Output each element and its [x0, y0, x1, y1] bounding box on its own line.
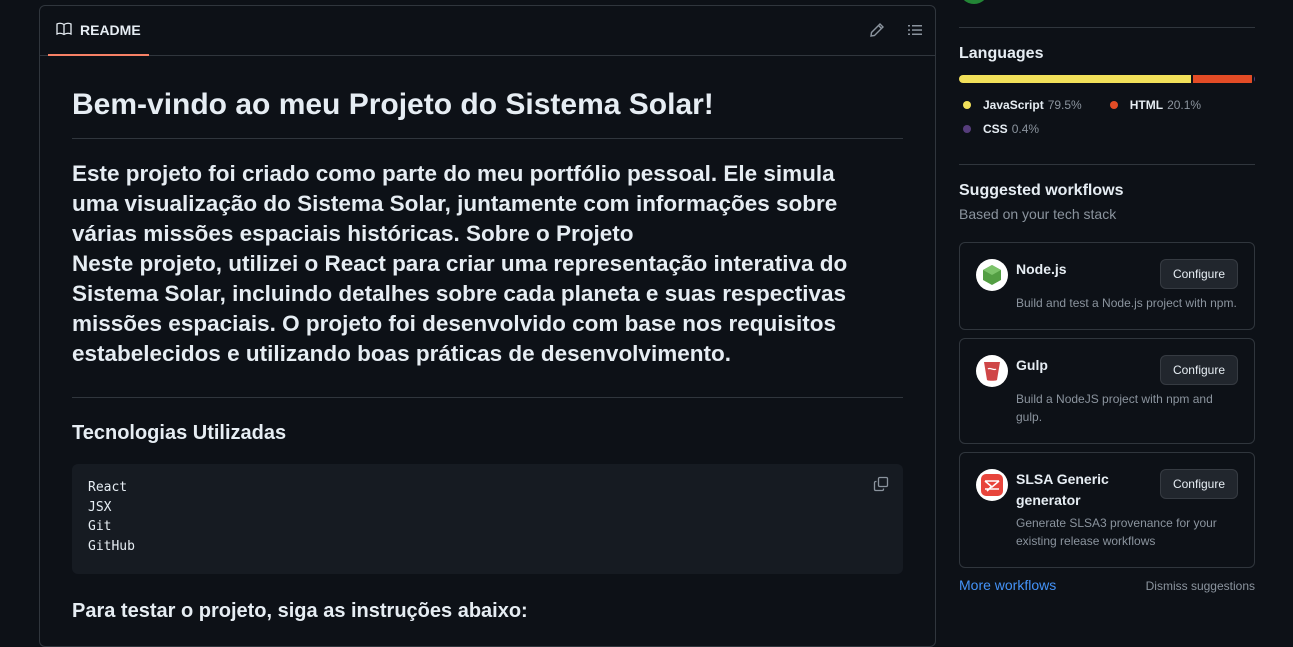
language-item-css[interactable]: CSS 0.4% — [959, 122, 1039, 136]
readme-header: README — [40, 6, 935, 56]
language-percent: 79.5% — [1047, 98, 1082, 112]
nodejs-icon — [976, 259, 1008, 291]
code-line: GitHub — [88, 539, 135, 555]
languages-legend: JavaScript 79.5% HTML 20.1% CSS 0.4% — [959, 93, 1255, 141]
avatar[interactable] — [959, 0, 989, 4]
language-item-html[interactable]: HTML 20.1% — [1106, 98, 1201, 112]
pencil-icon[interactable] — [867, 20, 887, 40]
languages-bar — [959, 75, 1255, 83]
copy-icon[interactable] — [873, 476, 889, 499]
workflow-card-slsa: SLSA Generic generator Configure Generat… — [959, 452, 1255, 568]
code-line: JSX — [88, 499, 112, 515]
workflow-card-nodejs: Node.js Configure Build and test a Node.… — [959, 242, 1255, 330]
lead-line: Neste projeto, utilizei o React para cri… — [72, 251, 848, 276]
workflows-subtitle: Based on your tech stack — [959, 206, 1117, 222]
test-heading: Para testar o projeto, siga as instruçõe… — [72, 600, 528, 622]
language-item-javascript[interactable]: JavaScript 79.5% — [959, 98, 1082, 112]
workflows-title: Suggested workflows — [959, 182, 1124, 199]
code-line: Git — [88, 519, 112, 535]
workflow-description: Build a NodeJS project with npm and gulp… — [1016, 392, 1213, 424]
outline-list-icon[interactable] — [905, 20, 925, 40]
language-name: CSS — [983, 122, 1008, 136]
readme-lead-paragraph: Este projeto foi criado como parte do me… — [72, 139, 903, 398]
readme-tab-label: README — [80, 22, 141, 38]
language-percent: 0.4% — [1011, 122, 1040, 136]
lead-line: uma visualização do Sistema Solar, junta… — [72, 191, 838, 216]
workflow-name: Node.js — [1016, 261, 1067, 277]
lead-line: missões espaciais. O projeto foi desenvo… — [72, 311, 836, 336]
workflow-name: SLSA Generic generator — [1016, 471, 1109, 508]
language-bar-segment — [1193, 75, 1252, 83]
divider — [959, 164, 1255, 165]
lead-line: Sistema Solar, incluindo detalhes sobre … — [72, 281, 847, 306]
divider — [959, 27, 1255, 28]
lead-line: Este projeto foi criado como parte do me… — [72, 161, 835, 186]
lead-line: estabelecidos e utilizando boas práticas… — [72, 341, 731, 366]
gulp-icon — [976, 355, 1008, 387]
language-dot — [963, 125, 971, 133]
code-block: React JSX Git GitHub — [72, 464, 903, 574]
language-name: JavaScript — [983, 98, 1044, 112]
configure-button[interactable]: Configure — [1159, 355, 1238, 385]
language-dot — [1109, 101, 1118, 109]
readme-title: Bem-vindo ao meu Projeto do Sistema Sola… — [72, 56, 903, 139]
language-percent: 20.1% — [1167, 98, 1202, 112]
workflow-name: Gulp — [1016, 357, 1048, 373]
readme-panel: README Bem-vindo ao meu Projeto do Siste… — [39, 5, 936, 647]
language-bar-segment — [1253, 75, 1255, 83]
tech-heading: Tecnologias Utilizadas — [72, 422, 287, 444]
dismiss-suggestions-link[interactable]: Dismiss suggestions — [1146, 579, 1255, 593]
languages-title: Languages — [959, 45, 1044, 62]
more-workflows-link[interactable]: More workflows — [959, 577, 1056, 593]
workflow-description: Build and test a Node.js project with np… — [1016, 296, 1237, 310]
readme-tab[interactable]: README — [48, 6, 149, 56]
workflow-card-gulp: Gulp Configure Build a NodeJS project wi… — [959, 338, 1255, 444]
language-dot — [963, 101, 971, 109]
code-line: React — [88, 480, 128, 495]
workflow-description: Generate SLSA3 provenance for your exist… — [1016, 516, 1217, 548]
languages-section: Languages JavaScript 79.5% HTML 20.1% CS… — [959, 45, 1255, 141]
book-icon — [56, 21, 72, 40]
language-name: HTML — [1129, 98, 1164, 112]
slsa-icon — [976, 469, 1008, 501]
lead-line: várias missões espaciais históricas. Sob… — [72, 221, 634, 246]
configure-button[interactable]: Configure — [1159, 259, 1238, 289]
configure-button[interactable]: Configure — [1159, 469, 1238, 499]
language-bar-segment — [959, 75, 1192, 83]
